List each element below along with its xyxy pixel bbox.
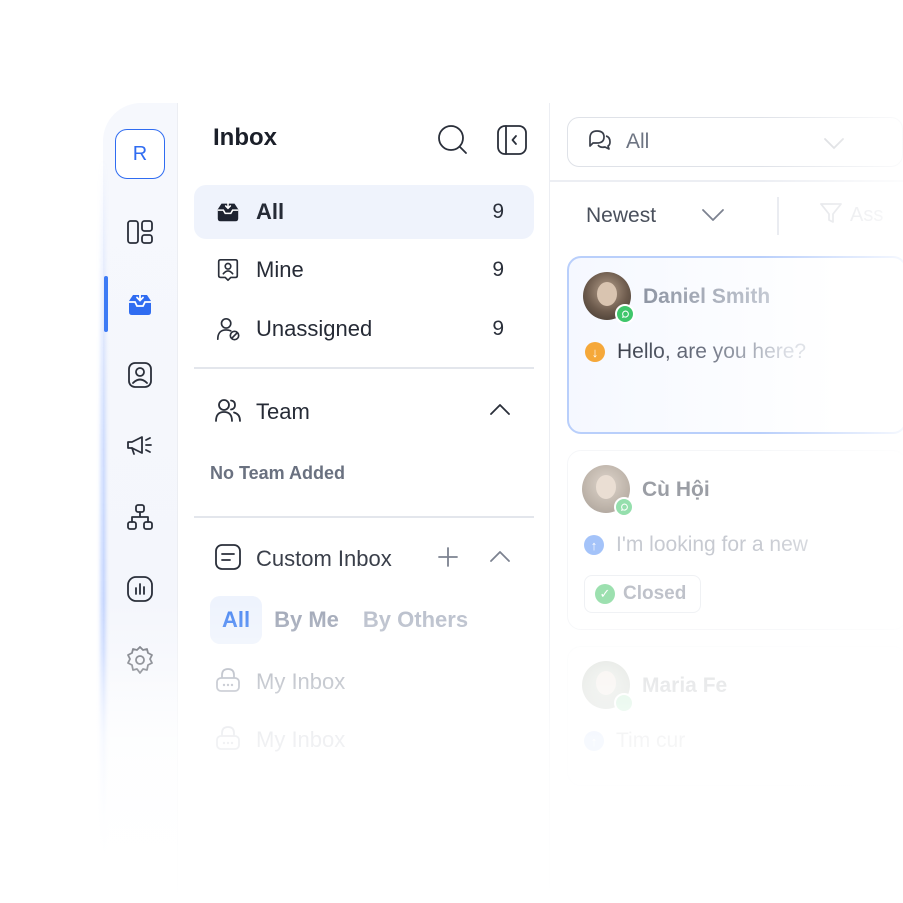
reports-icon[interactable] [123, 572, 157, 606]
divider [550, 180, 903, 182]
inbox-icon[interactable] [123, 287, 157, 321]
assign-label: Ass [850, 203, 884, 226]
outgoing-arrow-icon: ↑ [584, 535, 604, 555]
active-indicator [104, 276, 108, 332]
custom-inbox-item-label: My Inbox [256, 727, 346, 752]
sort-dropdown[interactable]: Newest [586, 198, 726, 234]
filter-icon [818, 200, 844, 231]
rail-divider [177, 103, 178, 903]
contacts-icon[interactable] [123, 358, 157, 392]
assign-filter[interactable]: Ass [818, 200, 883, 230]
whatsapp-icon [614, 693, 634, 713]
chat-bubbles-icon [586, 126, 614, 159]
team-label: Team [256, 399, 310, 424]
tab-all[interactable]: All [210, 596, 263, 644]
rail-glow [101, 160, 105, 860]
tab-by-me[interactable]: By Me [262, 596, 351, 644]
user-unassigned-icon [214, 315, 242, 343]
whatsapp-icon [614, 497, 634, 517]
chevron-up-icon[interactable] [488, 398, 512, 427]
dashboard-icon[interactable] [123, 215, 157, 249]
last-message: ↑ I'm looking for a new [584, 533, 808, 557]
custom-inbox-item-label: My Inbox [256, 669, 346, 694]
nav-item-mine[interactable]: Mine 9 [194, 243, 534, 297]
nav-label: All [256, 199, 285, 224]
divider [194, 367, 534, 369]
sort-value: Newest [586, 204, 657, 227]
custom-inbox-icon [214, 543, 242, 576]
workspace-avatar[interactable]: R [115, 129, 165, 179]
contact-name: Daniel Smith [643, 285, 771, 308]
filter-value: All [626, 130, 650, 153]
last-message: ↑ Tim cur [584, 729, 685, 753]
avatar [582, 661, 634, 713]
user-badge-icon [214, 256, 242, 284]
nav-item-all[interactable]: All 9 [194, 185, 534, 239]
nav-count: 9 [492, 258, 504, 281]
nav-label: Unassigned [256, 316, 373, 341]
inbox-filled-icon [214, 198, 242, 226]
collapse-panel-icon[interactable] [495, 123, 529, 157]
chevron-up-icon[interactable] [488, 545, 512, 574]
conversation-card[interactable]: Cù Hội ↑ I'm looking for a new ✓ Closed [567, 450, 903, 630]
nav-label: Mine [256, 257, 304, 282]
incoming-arrow-icon: ↓ [585, 342, 605, 362]
chevron-down-icon [822, 130, 846, 159]
nav-count: 9 [492, 317, 504, 340]
search-icon[interactable] [436, 123, 470, 157]
custom-inbox-item[interactable]: My Inbox [214, 720, 345, 760]
page-title: Inbox [213, 124, 277, 151]
message-preview: Tim cur [616, 729, 686, 752]
settings-icon[interactable] [123, 643, 157, 677]
custom-inbox-header[interactable]: Custom Inbox [214, 539, 534, 579]
outgoing-arrow-icon: ↑ [584, 731, 604, 751]
avatar [582, 465, 634, 517]
broadcast-icon[interactable] [123, 428, 157, 462]
conversation-card[interactable]: Daniel Smith ↓ Hello, are you here? [567, 256, 903, 434]
nav-count: 9 [492, 200, 504, 223]
chevron-down-icon [700, 201, 726, 232]
avatar [583, 272, 635, 324]
custom-inbox-tabs: All By Me By Others [210, 596, 480, 644]
divider [194, 516, 534, 518]
custom-inbox-item[interactable]: My Inbox [214, 662, 345, 702]
team-empty-text: No Team Added [210, 463, 346, 483]
contact-name: Cù Hội [642, 478, 710, 501]
workflow-icon[interactable] [123, 500, 157, 534]
contact-name: Maria Fe [642, 674, 728, 697]
lock-icon [214, 724, 242, 757]
lock-icon [214, 666, 242, 699]
whatsapp-icon [615, 304, 635, 324]
channel-filter-select[interactable]: All [567, 117, 903, 167]
panel-divider [549, 103, 550, 903]
conversation-card[interactable]: Maria Fe ↑ Tim cur [567, 646, 903, 786]
tab-by-others[interactable]: By Others [351, 596, 480, 644]
message-preview: I'm looking for a new [616, 533, 808, 556]
team-icon [214, 396, 242, 429]
toolbar-separator [777, 197, 779, 235]
nav-item-unassigned[interactable]: Unassigned 9 [194, 302, 534, 356]
custom-inbox-label: Custom Inbox [256, 546, 392, 571]
status-label: Closed [623, 583, 687, 604]
check-icon: ✓ [595, 584, 615, 604]
team-section-header[interactable]: Team [214, 392, 534, 432]
last-message: ↓ Hello, are you here? [585, 340, 806, 364]
status-badge: ✓ Closed [584, 575, 702, 613]
add-icon[interactable] [436, 545, 460, 574]
message-preview: Hello, are you here? [617, 340, 807, 363]
